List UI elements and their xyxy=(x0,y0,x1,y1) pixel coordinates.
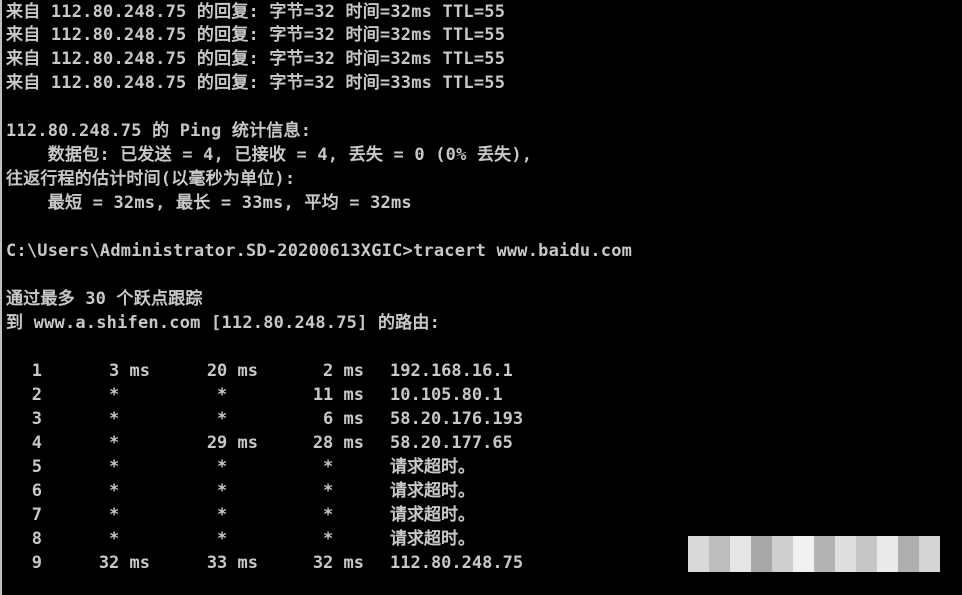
console-window[interactable]: 来自 112.80.248.75 的回复: 字节=32 时间=32ms TTL=… xyxy=(0,0,962,595)
ping-reply-line: 来自 112.80.248.75 的回复: 字节=32 时间=32ms TTL=… xyxy=(6,2,506,22)
hop-time-2: * xyxy=(217,529,258,549)
hop-host: 请求超时。 xyxy=(390,481,475,501)
hop-time-3: 2 ms xyxy=(323,361,364,381)
hop-time-1: * xyxy=(109,529,150,549)
hop-time-2: 20 ms xyxy=(206,361,258,381)
hop-number: 5 xyxy=(31,457,42,477)
hop-time-3: * xyxy=(323,481,364,501)
hop-time-2: * xyxy=(217,457,258,477)
ping-stats-header: 112.80.248.75 的 Ping 统计信息: xyxy=(6,121,312,141)
hop-host: 请求超时。 xyxy=(390,457,475,477)
ping-rtt-values: 最短 = 32ms, 最长 = 33ms, 平均 = 32ms xyxy=(6,193,412,213)
hop-time-1: * xyxy=(109,433,150,453)
hop-host: 58.20.177.65 xyxy=(390,433,513,453)
hop-time-1: 32 ms xyxy=(98,553,150,573)
ping-reply-line: 来自 112.80.248.75 的回复: 字节=32 时间=33ms TTL=… xyxy=(6,73,506,93)
hop-time-1: * xyxy=(109,481,150,501)
hop-number: 8 xyxy=(31,529,42,549)
hop-number: 7 xyxy=(31,505,42,525)
hop-time-2: 33 ms xyxy=(206,553,258,573)
hop-time-1: * xyxy=(109,457,150,477)
hop-time-3: * xyxy=(323,505,364,525)
hop-time-2: 29 ms xyxy=(206,433,258,453)
hop-time-2: * xyxy=(217,481,258,501)
hop-number: 6 xyxy=(31,481,42,501)
blurred-watermark xyxy=(688,536,940,572)
hop-time-1: 3 ms xyxy=(109,361,150,381)
hop-host: 10.105.80.1 xyxy=(390,385,503,405)
hop-host: 请求超时。 xyxy=(390,529,475,549)
hop-time-3: 28 ms xyxy=(312,433,364,453)
hop-host: 请求超时。 xyxy=(390,505,475,525)
hop-host: 192.168.16.1 xyxy=(390,361,513,381)
hop-time-3: * xyxy=(323,529,364,549)
ping-reply-line: 来自 112.80.248.75 的回复: 字节=32 时间=32ms TTL=… xyxy=(6,49,506,69)
hop-time-3: 32 ms xyxy=(312,553,364,573)
tracert-header-route: 到 www.a.shifen.com [112.80.248.75] 的路由: xyxy=(6,313,441,333)
ping-stats-packets: 数据包: 已发送 = 4, 已接收 = 4, 丢失 = 0 (0% 丢失), xyxy=(6,145,533,165)
tracert-header-hops: 通过最多 30 个跃点跟踪 xyxy=(6,289,203,309)
command-prompt: C:\Users\Administrator.SD-20200613XGIC>t… xyxy=(6,241,633,261)
hop-number: 4 xyxy=(31,433,42,453)
hop-time-3: 11 ms xyxy=(312,385,364,405)
hop-number: 9 xyxy=(31,553,42,573)
hop-number: 1 xyxy=(31,361,42,381)
hop-time-1: * xyxy=(109,385,150,405)
hop-time-2: * xyxy=(217,409,258,429)
hop-time-2: * xyxy=(217,385,258,405)
hop-time-3: * xyxy=(323,457,364,477)
ping-reply-line: 来自 112.80.248.75 的回复: 字节=32 时间=32ms TTL=… xyxy=(6,25,506,45)
hop-time-1: * xyxy=(109,409,150,429)
hop-number: 2 xyxy=(31,385,42,405)
hop-host: 58.20.176.193 xyxy=(390,409,524,429)
hop-number: 3 xyxy=(31,409,42,429)
hop-time-2: * xyxy=(217,505,258,525)
hop-time-3: 6 ms xyxy=(323,409,364,429)
hop-host: 112.80.248.75 xyxy=(390,553,524,573)
ping-rtt-header: 往返行程的估计时间(以毫秒为单位): xyxy=(6,169,296,189)
hop-time-1: * xyxy=(109,505,150,525)
